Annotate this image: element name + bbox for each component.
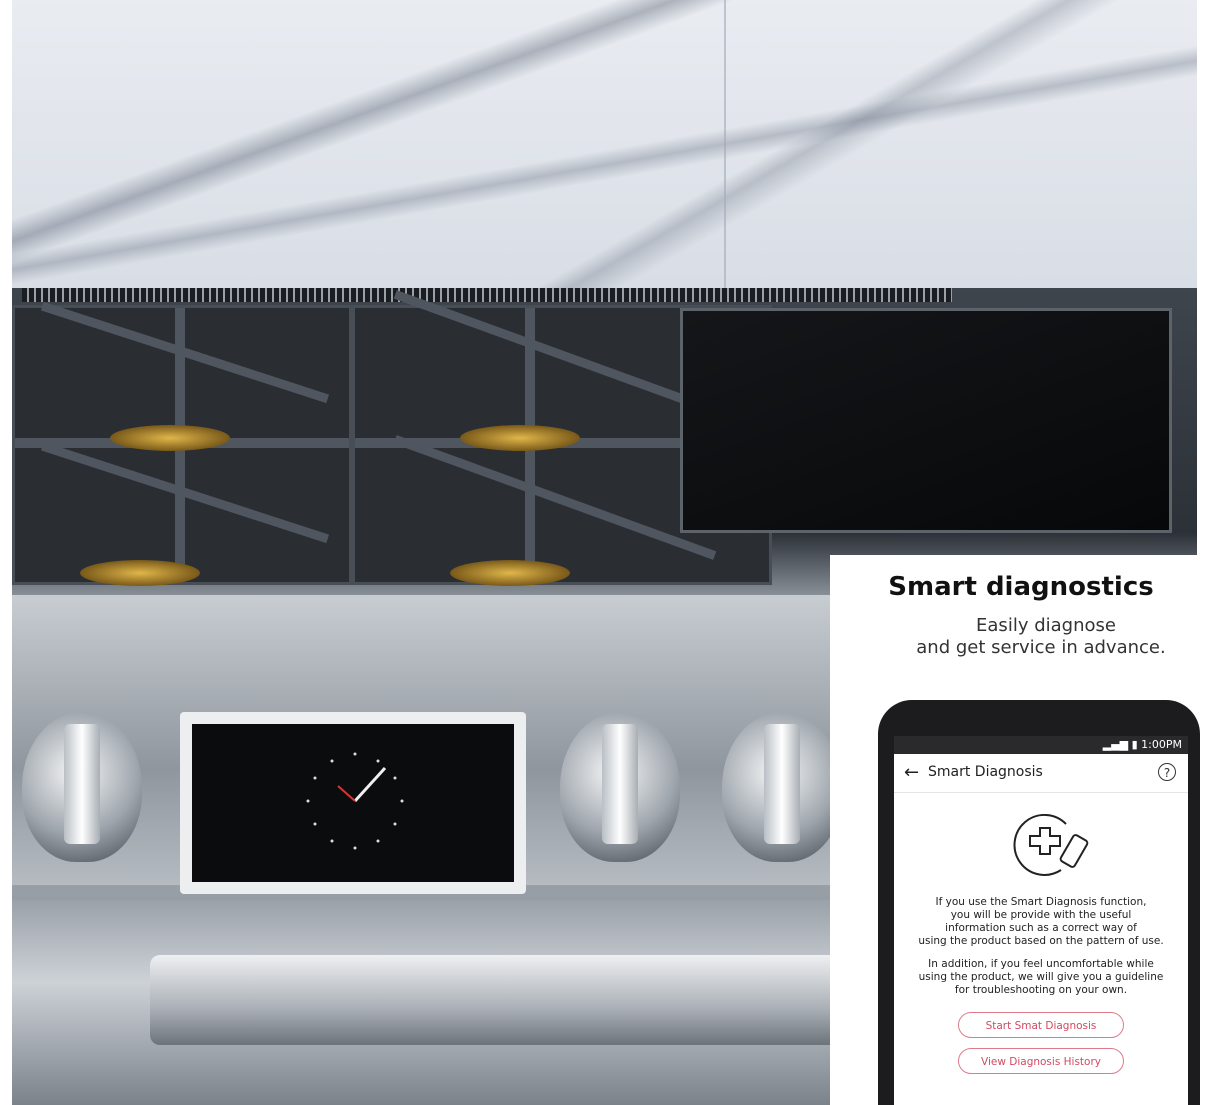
clock-face [300, 746, 410, 856]
description-line: In addition, if you feel uncomfortable w… [928, 958, 1154, 970]
card-subtitle-line2: and get service in advance. [916, 637, 1166, 658]
grate-bar [393, 435, 717, 560]
start-diagnosis-button[interactable]: Start Smat Diagnosis [958, 1012, 1124, 1038]
description-line: If you use the Smart Diagnosis function, [935, 896, 1147, 908]
description-line: for troubleshooting on your own. [954, 984, 1128, 996]
description-line: you will be provide with the useful [950, 909, 1132, 921]
marble-backsplash [12, 0, 1197, 300]
burner-flame [450, 560, 570, 586]
oven-door-handle [150, 955, 870, 1045]
app-title: Smart Diagnosis [928, 764, 1043, 780]
burner-knob [22, 712, 142, 862]
clock-hands-icon [306, 752, 404, 850]
grate-bar [393, 290, 717, 415]
status-time: 1:00PM [1141, 738, 1182, 751]
phone-mockup: ▂▄▆ ▮ 1:00PM ← Smart Diagnosis ? If you … [878, 700, 1200, 1105]
description-paragraph-2: In addition, if you feel uncomfortable w… [902, 958, 1180, 997]
rear-vent [22, 288, 952, 302]
view-history-button[interactable]: View Diagnosis History [958, 1048, 1124, 1074]
oven-display [180, 712, 526, 894]
back-arrow-icon[interactable]: ← [904, 762, 919, 783]
griddle-plate [680, 308, 1172, 533]
knob-grip [764, 724, 800, 844]
description-line: using the product, we will give you a gu… [918, 971, 1164, 983]
knob-grip [602, 724, 638, 844]
app-bar: ← Smart Diagnosis ? [894, 754, 1188, 793]
card-title: Smart diagnostics [888, 572, 1154, 602]
burner-flame [80, 560, 200, 586]
description-line: using the product based on the pattern o… [918, 935, 1164, 947]
status-bar: ▂▄▆ ▮ 1:00PM [894, 736, 1188, 754]
burner-flame [110, 425, 230, 451]
card-subtitle-line1: Easily diagnose [976, 615, 1116, 636]
diagnosis-phone-icon [1013, 814, 1089, 876]
display-screen [192, 724, 514, 882]
help-icon[interactable]: ? [1158, 763, 1176, 781]
signal-icon: ▂▄▆ ▮ [1102, 738, 1142, 751]
description-line: information such as a correct way of [945, 922, 1137, 934]
marble-seam [724, 0, 726, 300]
burner-knob [722, 712, 842, 862]
burner-flame [460, 425, 580, 451]
burner-knob [560, 712, 680, 862]
knob-grip [64, 724, 100, 844]
phone-screen: ▂▄▆ ▮ 1:00PM ← Smart Diagnosis ? If you … [894, 736, 1188, 1105]
description-paragraph-1: If you use the Smart Diagnosis function,… [902, 896, 1180, 948]
